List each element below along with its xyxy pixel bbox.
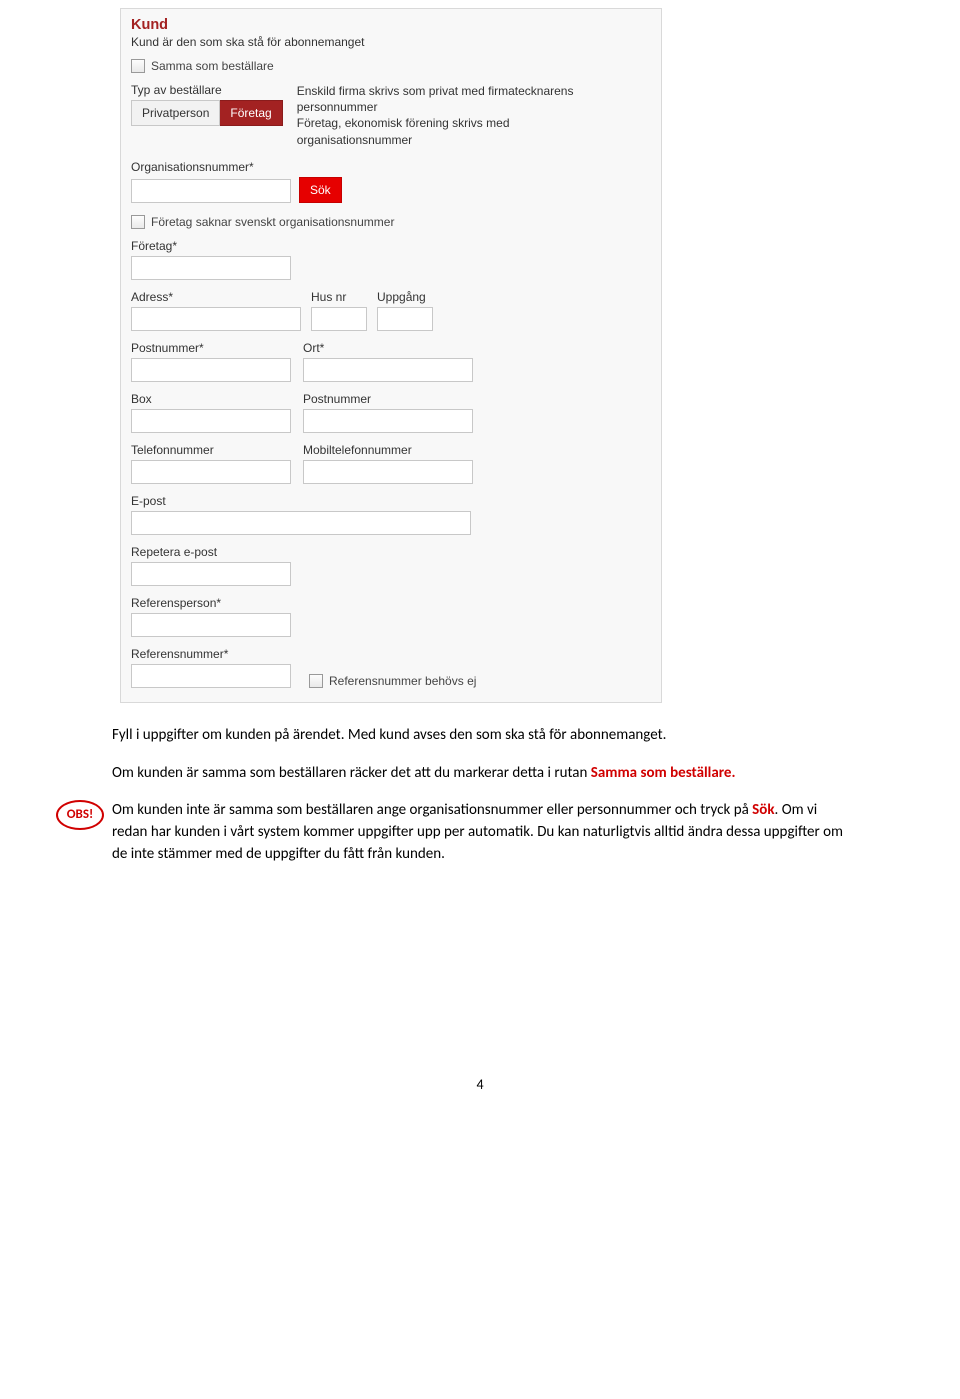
tel-input[interactable] (131, 460, 291, 484)
husnr-label: Hus nr (311, 290, 367, 304)
checkbox-no-orgnr[interactable] (131, 215, 145, 229)
search-button[interactable]: Sök (299, 177, 342, 203)
company-input[interactable] (131, 256, 291, 280)
checkbox-same-as-orderer-label: Samma som beställare (151, 59, 274, 73)
obs-badge: OBS! (56, 800, 104, 830)
refnr-label: Referensnummer* (131, 647, 291, 661)
box-label: Box (131, 392, 291, 406)
checkbox-same-as-orderer[interactable] (131, 59, 145, 73)
type-helper-line1: Enskild firma skrivs som privat med firm… (297, 83, 587, 115)
email2-label: Repetera e-post (131, 545, 651, 559)
section-title: Kund (131, 17, 651, 33)
paragraph-2a: Om kunden är samma som beställaren räcke… (112, 764, 591, 782)
type-helper-line2: Företag, ekonomisk förening skrivs med o… (297, 115, 587, 147)
page-number: 4 (0, 1076, 960, 1093)
refnr-input[interactable] (131, 664, 291, 688)
refperson-label: Referensperson* (131, 596, 651, 610)
postnr-input[interactable] (131, 358, 291, 382)
email-label: E-post (131, 494, 651, 508)
type-helper: Enskild firma skrivs som privat med firm… (297, 83, 587, 148)
form-screenshot: Kund Kund är den som ska stå för abonnem… (120, 8, 662, 703)
orgnr-label: Organisationsnummer* (131, 160, 651, 174)
checkbox-refnr-not-needed-label: Referensnummer behövs ej (329, 674, 476, 688)
address-label: Adress* (131, 290, 301, 304)
toggle-company[interactable]: Företag (220, 100, 282, 126)
checkbox-no-orgnr-label: Företag saknar svenskt organisationsnumm… (151, 215, 394, 229)
email2-input[interactable] (131, 562, 291, 586)
box-postnr-label: Postnummer (303, 392, 473, 406)
postnr-label: Postnummer* (131, 341, 291, 355)
tel-label: Telefonnummer (131, 443, 291, 457)
email-input[interactable] (131, 511, 471, 535)
address-input[interactable] (131, 307, 301, 331)
mobil-input[interactable] (303, 460, 473, 484)
paragraph-3a: Om kunden inte är samma som beställaren … (112, 801, 752, 819)
box-input[interactable] (131, 409, 291, 433)
paragraph-3: Om kunden inte är samma som beställaren … (112, 800, 848, 865)
paragraph-3-highlight: Sök (752, 801, 774, 819)
type-toggle: Privatperson Företag (131, 100, 283, 126)
box-postnr-input[interactable] (303, 409, 473, 433)
uppgang-label: Uppgång (377, 290, 433, 304)
toggle-private[interactable]: Privatperson (131, 100, 220, 126)
ort-input[interactable] (303, 358, 473, 382)
paragraph-1: Fyll i uppgifter om kunden på ärendet. M… (112, 725, 848, 747)
refperson-input[interactable] (131, 613, 291, 637)
mobil-label: Mobiltelefonnummer (303, 443, 473, 457)
husnr-input[interactable] (311, 307, 367, 331)
paragraph-2-highlight: Samma som beställare. (591, 764, 736, 782)
document-body: Fyll i uppgifter om kunden på ärendet. M… (112, 725, 848, 866)
type-label: Typ av beställare (131, 83, 283, 97)
company-label: Företag* (131, 239, 651, 253)
ort-label: Ort* (303, 341, 473, 355)
paragraph-2: Om kunden är samma som beställaren räcke… (112, 763, 848, 785)
section-subtitle: Kund är den som ska stå för abonnemanget (131, 35, 651, 49)
checkbox-refnr-not-needed[interactable] (309, 674, 323, 688)
uppgang-input[interactable] (377, 307, 433, 331)
orgnr-input[interactable] (131, 179, 291, 203)
